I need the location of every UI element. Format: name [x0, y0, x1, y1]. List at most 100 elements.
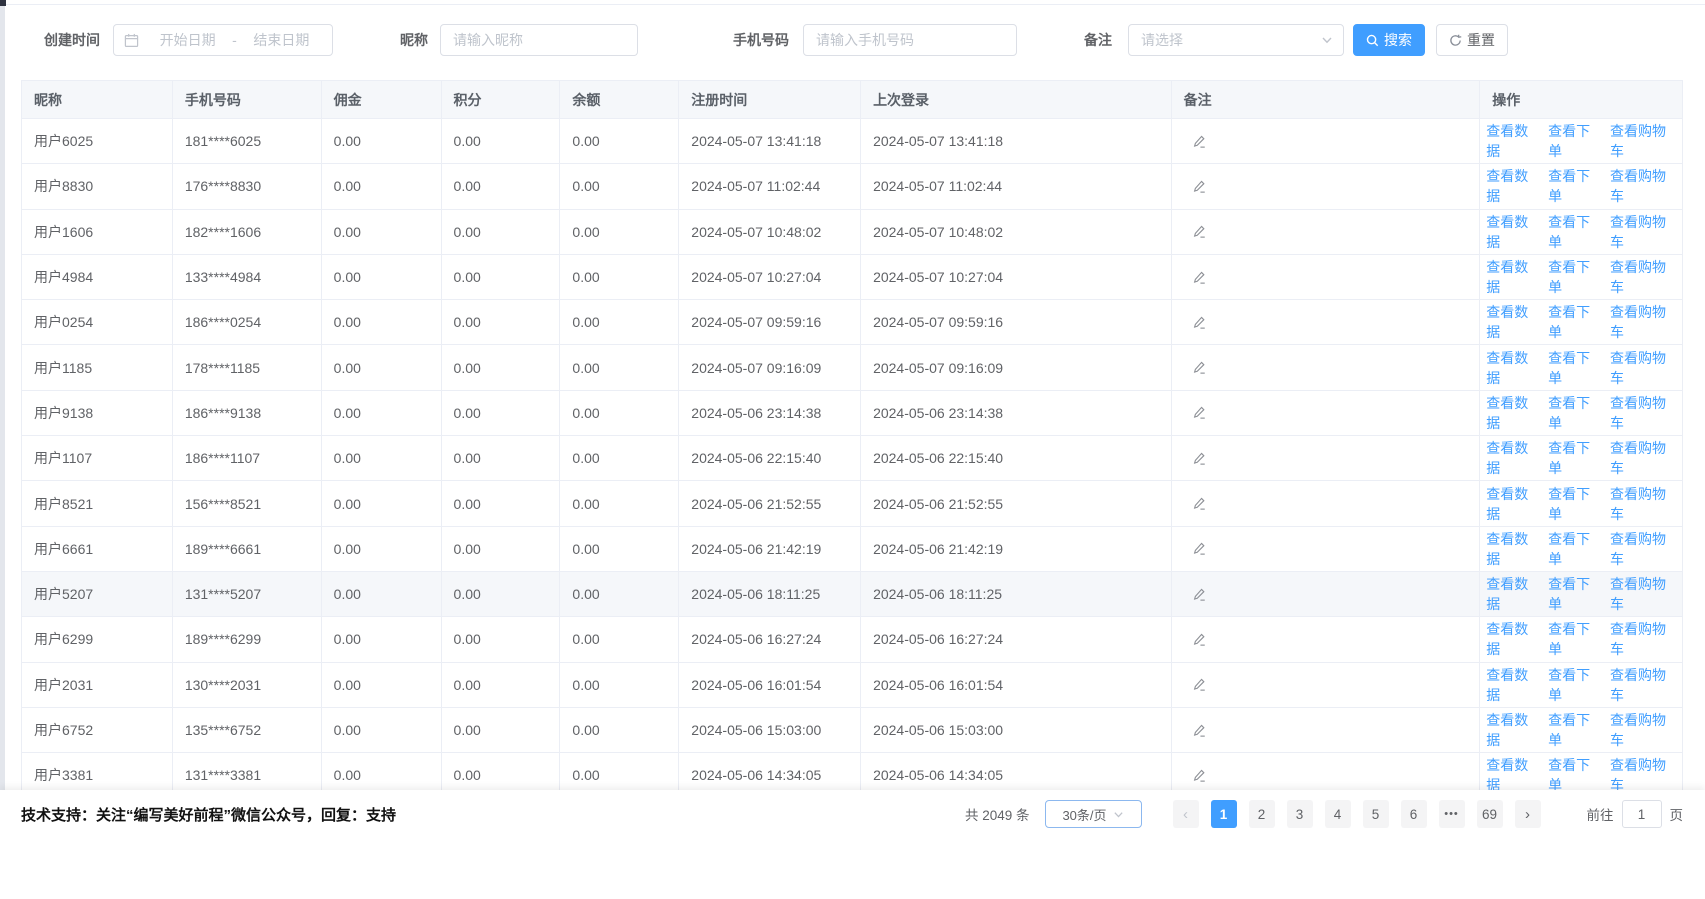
cell-remark [1172, 617, 1481, 661]
remark-select[interactable]: 请选择 [1128, 24, 1344, 56]
edit-remark-icon[interactable] [1192, 496, 1207, 511]
total-count-text: 共 2049 条 [965, 804, 1030, 824]
cell-nickname: 用户8521 [22, 481, 173, 525]
edit-remark-icon[interactable] [1192, 405, 1207, 420]
edit-remark-icon[interactable] [1192, 541, 1207, 556]
edit-remark-icon[interactable] [1192, 315, 1207, 330]
view-data-link[interactable]: 查看数据 [1486, 257, 1539, 297]
pager-page-69[interactable]: 69 [1477, 800, 1503, 828]
view-cart-link[interactable]: 查看购物车 [1610, 166, 1676, 206]
page-size-value: 30条/页 [1062, 805, 1106, 824]
view-data-link[interactable]: 查看数据 [1486, 212, 1539, 252]
start-date-placeholder[interactable]: 开始日期 [147, 30, 228, 50]
view-cart-link[interactable]: 查看购物车 [1610, 257, 1676, 297]
cell-remark [1172, 708, 1481, 752]
view-orders-link[interactable]: 查看下单 [1548, 484, 1601, 524]
view-data-link[interactable]: 查看数据 [1486, 665, 1539, 705]
view-data-link[interactable]: 查看数据 [1486, 393, 1539, 433]
view-orders-link[interactable]: 查看下单 [1548, 574, 1601, 614]
pager-page-1[interactable]: 1 [1211, 800, 1237, 828]
view-orders-link[interactable]: 查看下单 [1548, 438, 1601, 478]
cell-balance: 0.00 [560, 164, 679, 208]
view-data-link[interactable]: 查看数据 [1486, 166, 1539, 206]
edit-remark-icon[interactable] [1192, 768, 1207, 783]
pager-page-2[interactable]: 2 [1249, 800, 1275, 828]
view-cart-link[interactable]: 查看购物车 [1610, 302, 1676, 342]
cell-phone: 133****4984 [173, 255, 322, 299]
end-date-placeholder[interactable]: 结束日期 [241, 30, 322, 50]
cell-commission: 0.00 [322, 708, 442, 752]
edit-remark-icon[interactable] [1192, 677, 1207, 692]
view-data-link[interactable]: 查看数据 [1486, 484, 1539, 524]
filter-bar: 创建时间 开始日期 - 结束日期 昵称 手机号码 备注 请选择 搜索 [44, 24, 1508, 56]
edit-remark-icon[interactable] [1192, 723, 1207, 738]
cell-actions: 查看数据 查看下单 查看购物车 [1480, 436, 1682, 480]
pager-page-4[interactable]: 4 [1325, 800, 1351, 828]
cell-commission: 0.00 [322, 345, 442, 389]
view-data-link[interactable]: 查看数据 [1486, 121, 1539, 161]
view-cart-link[interactable]: 查看购物车 [1610, 529, 1676, 569]
cell-balance: 0.00 [560, 300, 679, 344]
search-icon [1366, 34, 1379, 47]
view-orders-link[interactable]: 查看下单 [1548, 302, 1601, 342]
edit-remark-icon[interactable] [1192, 360, 1207, 375]
chevron-down-icon [1113, 809, 1124, 820]
cell-points: 0.00 [442, 210, 561, 254]
pager-next-button[interactable]: › [1515, 800, 1541, 828]
table-body: 用户6025 181****6025 0.00 0.00 0.00 2024-0… [22, 119, 1682, 798]
edit-remark-icon[interactable] [1192, 224, 1207, 239]
pager-more-button[interactable]: ••• [1439, 800, 1465, 828]
cell-last-login: 2024-05-07 09:16:09 [861, 345, 1172, 389]
view-data-link[interactable]: 查看数据 [1486, 619, 1539, 659]
edit-remark-icon[interactable] [1192, 587, 1207, 602]
view-orders-link[interactable]: 查看下单 [1548, 212, 1601, 252]
pager-page-5[interactable]: 5 [1363, 800, 1389, 828]
date-range-picker[interactable]: 开始日期 - 结束日期 [113, 24, 333, 56]
view-cart-link[interactable]: 查看购物车 [1610, 484, 1676, 524]
view-data-link[interactable]: 查看数据 [1486, 710, 1539, 750]
goto-page-input[interactable] [1622, 800, 1662, 828]
search-button[interactable]: 搜索 [1353, 24, 1425, 56]
edit-remark-icon[interactable] [1192, 632, 1207, 647]
nickname-input[interactable] [440, 24, 638, 56]
view-cart-link[interactable]: 查看购物车 [1610, 665, 1676, 705]
pager-prev-button[interactable]: ‹ [1173, 800, 1199, 828]
view-orders-link[interactable]: 查看下单 [1548, 529, 1601, 569]
view-data-link[interactable]: 查看数据 [1486, 348, 1539, 388]
reset-button[interactable]: 重置 [1436, 24, 1508, 56]
cell-remark [1172, 572, 1481, 616]
view-data-link[interactable]: 查看数据 [1486, 529, 1539, 569]
page-size-select[interactable]: 30条/页 [1045, 800, 1142, 828]
cell-register-time: 2024-05-06 16:27:24 [679, 617, 861, 661]
edit-remark-icon[interactable] [1192, 451, 1207, 466]
view-cart-link[interactable]: 查看购物车 [1610, 121, 1676, 161]
view-orders-link[interactable]: 查看下单 [1548, 257, 1601, 297]
cell-actions: 查看数据 查看下单 查看购物车 [1480, 481, 1682, 525]
view-orders-link[interactable]: 查看下单 [1548, 665, 1601, 705]
view-cart-link[interactable]: 查看购物车 [1610, 710, 1676, 750]
view-orders-link[interactable]: 查看下单 [1548, 710, 1601, 750]
pager-page-6[interactable]: 6 [1401, 800, 1427, 828]
view-orders-link[interactable]: 查看下单 [1548, 619, 1601, 659]
cell-phone: 130****2031 [173, 663, 322, 707]
pager-page-3[interactable]: 3 [1287, 800, 1313, 828]
view-cart-link[interactable]: 查看购物车 [1610, 438, 1676, 478]
cell-nickname: 用户6025 [22, 119, 173, 163]
view-data-link[interactable]: 查看数据 [1486, 438, 1539, 478]
edit-remark-icon[interactable] [1192, 134, 1207, 149]
view-cart-link[interactable]: 查看购物车 [1610, 212, 1676, 252]
view-cart-link[interactable]: 查看购物车 [1610, 619, 1676, 659]
view-cart-link[interactable]: 查看购物车 [1610, 348, 1676, 388]
view-orders-link[interactable]: 查看下单 [1548, 348, 1601, 388]
view-orders-link[interactable]: 查看下单 [1548, 121, 1601, 161]
view-cart-link[interactable]: 查看购物车 [1610, 574, 1676, 614]
edit-remark-icon[interactable] [1192, 270, 1207, 285]
phone-input[interactable] [803, 24, 1017, 56]
view-orders-link[interactable]: 查看下单 [1548, 166, 1601, 206]
support-text: 技术支持：关注“编写美好前程”微信公众号，回复：支持 [21, 804, 396, 825]
view-orders-link[interactable]: 查看下单 [1548, 393, 1601, 433]
view-cart-link[interactable]: 查看购物车 [1610, 393, 1676, 433]
view-data-link[interactable]: 查看数据 [1486, 574, 1539, 614]
view-data-link[interactable]: 查看数据 [1486, 302, 1539, 342]
edit-remark-icon[interactable] [1192, 179, 1207, 194]
